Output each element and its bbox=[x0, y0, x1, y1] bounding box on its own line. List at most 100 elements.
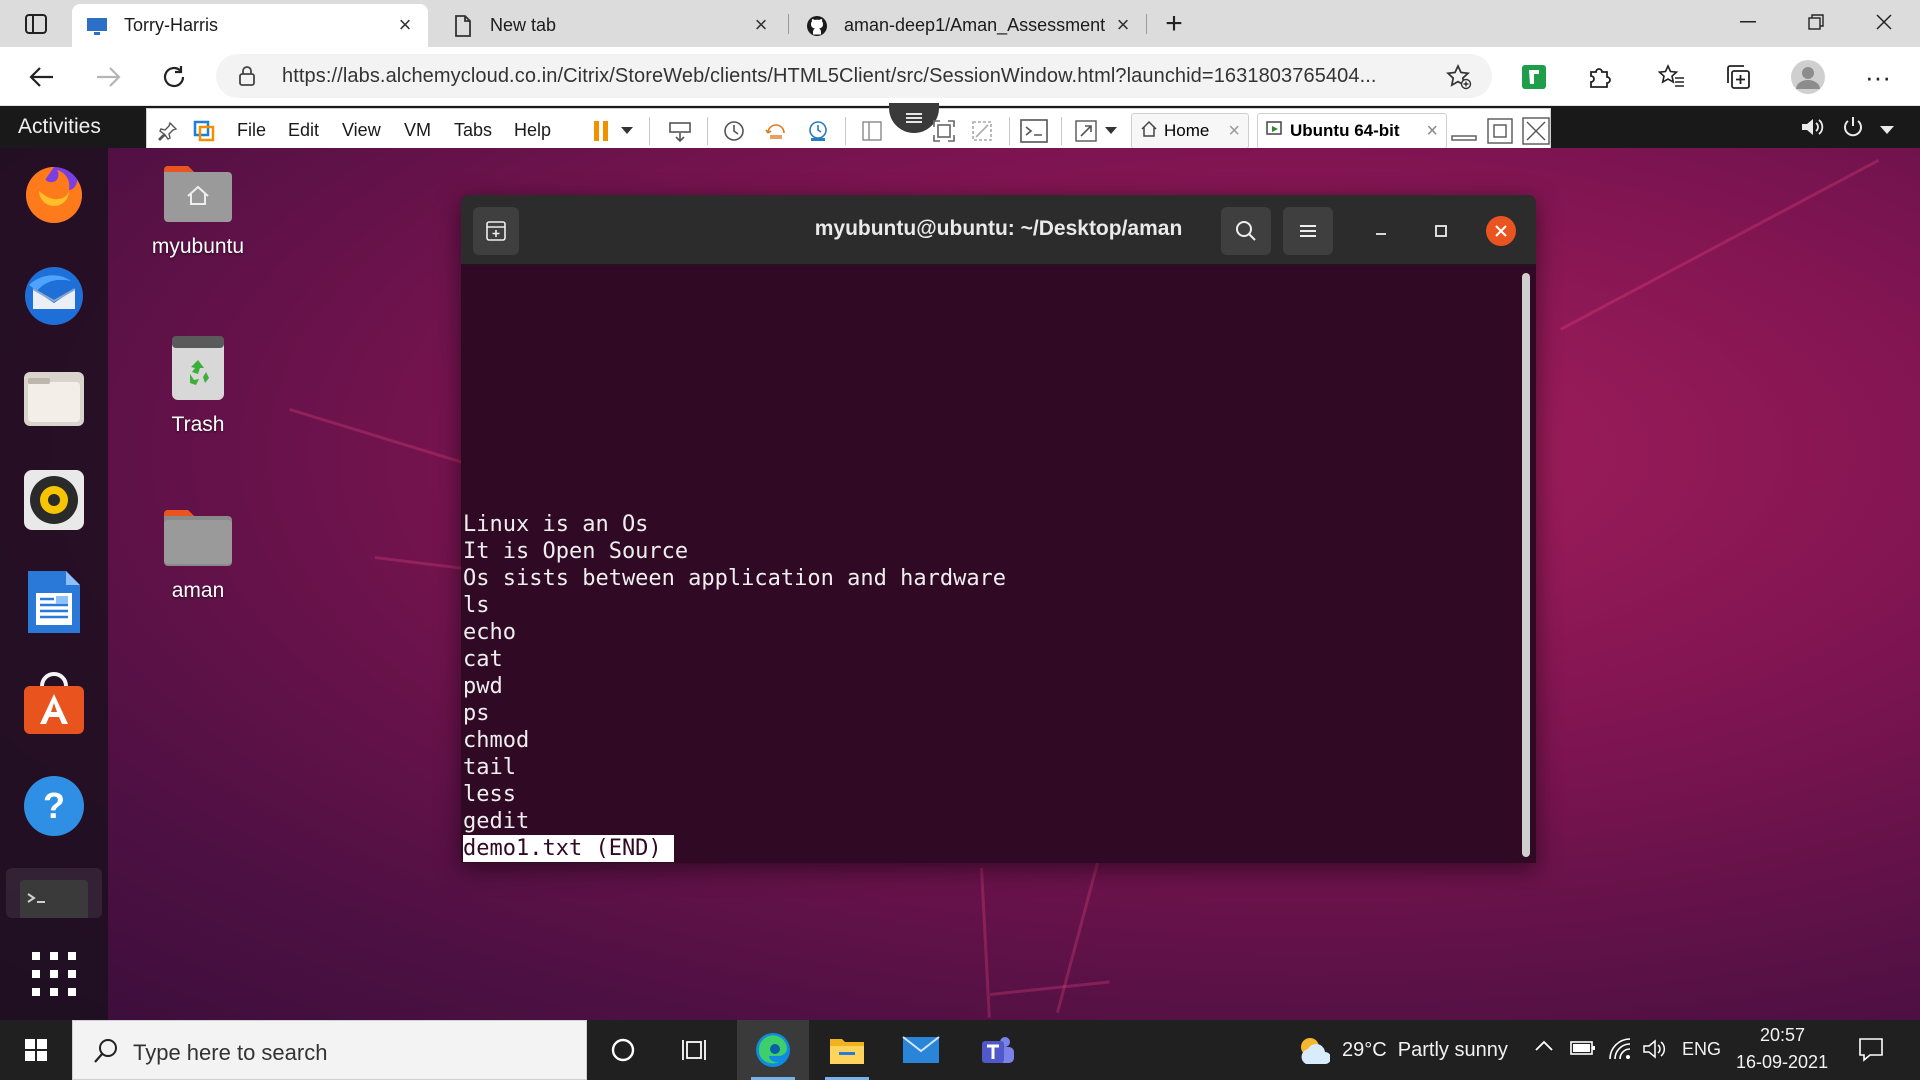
help-icon[interactable]: ? bbox=[18, 770, 90, 842]
menu-help[interactable]: Help bbox=[514, 120, 551, 141]
close-tab-icon[interactable]: × bbox=[1228, 120, 1240, 143]
terminal-line: pwd bbox=[463, 674, 503, 699]
weather-text[interactable]: 29°C Partly sunny bbox=[1342, 1039, 1508, 1062]
ubuntu-dock: ? bbox=[0, 148, 108, 1020]
tab-actions-icon[interactable] bbox=[14, 0, 58, 47]
menu-tabs[interactable]: Tabs bbox=[454, 120, 492, 141]
collections-icon[interactable] bbox=[1716, 55, 1760, 99]
menu-edit[interactable]: Edit bbox=[288, 120, 319, 141]
pin-icon[interactable] bbox=[151, 114, 185, 148]
close-tab-icon[interactable]: × bbox=[750, 14, 772, 36]
weather-partly-sunny-icon[interactable] bbox=[1296, 1034, 1331, 1071]
windows-start-icon[interactable] bbox=[0, 1020, 72, 1080]
more-options-icon[interactable]: ··· bbox=[1856, 55, 1900, 99]
terminal-line: It is Open Source bbox=[463, 539, 689, 564]
send-ctrl-alt-del-icon[interactable] bbox=[663, 114, 697, 148]
terminal-icon[interactable] bbox=[6, 868, 102, 918]
lock-icon[interactable] bbox=[238, 65, 256, 92]
snapshot-manager-icon[interactable] bbox=[801, 114, 835, 148]
favorites-icon[interactable] bbox=[1650, 55, 1694, 99]
unity-mode-icon[interactable] bbox=[965, 114, 999, 148]
terminal-output[interactable]: Linux is an Os It is Open Source Os sists … bbox=[463, 267, 1523, 863]
snapshot-icon[interactable] bbox=[717, 114, 751, 148]
fullscreen-icon[interactable] bbox=[1069, 114, 1103, 148]
language-indicator[interactable]: ENG bbox=[1682, 1039, 1721, 1060]
taskbar-search-box[interactable]: Type here to search bbox=[72, 1020, 587, 1080]
minimize-icon[interactable] bbox=[1714, 0, 1782, 44]
thunderbird-icon[interactable] bbox=[18, 260, 90, 332]
rhythmbox-icon[interactable] bbox=[18, 464, 90, 536]
fit-guest-icon[interactable] bbox=[927, 114, 961, 148]
firefox-icon[interactable] bbox=[18, 158, 90, 230]
add-favorite-star-icon[interactable] bbox=[1446, 63, 1472, 95]
desktop-icon-trash[interactable]: Trash bbox=[138, 334, 258, 437]
browser-tab-strip: Torry-Harris × New tab × aman-deep1/Aman… bbox=[0, 0, 1920, 47]
tab-github[interactable]: aman-deep1/Aman_Assessment × bbox=[792, 4, 1146, 47]
volume-icon[interactable] bbox=[1800, 116, 1824, 143]
refresh-icon[interactable] bbox=[152, 55, 196, 99]
menu-file[interactable]: File bbox=[237, 120, 266, 141]
desktop-icon-aman[interactable]: aman bbox=[138, 506, 258, 603]
search-icon[interactable] bbox=[1221, 207, 1271, 255]
tab-new-tab[interactable]: New tab × bbox=[438, 4, 784, 47]
fullscreen-dropdown-icon[interactable] bbox=[1101, 114, 1121, 148]
vm-minimize-icon[interactable] bbox=[1447, 114, 1481, 148]
system-menu-arrow-icon[interactable] bbox=[1880, 122, 1894, 140]
pause-icon[interactable] bbox=[585, 114, 619, 148]
libreoffice-writer-icon[interactable] bbox=[18, 566, 90, 638]
close-window-icon[interactable] bbox=[1850, 0, 1918, 44]
taskbar-teams-icon[interactable] bbox=[961, 1020, 1033, 1080]
extension-green-icon[interactable] bbox=[1512, 55, 1556, 99]
close-tab-icon[interactable]: × bbox=[1112, 14, 1134, 36]
vm-restore-icon[interactable] bbox=[1483, 114, 1517, 148]
ubuntu-software-icon[interactable] bbox=[18, 668, 90, 740]
menu-view[interactable]: View bbox=[342, 120, 381, 141]
show-hidden-icons-chevron-icon[interactable] bbox=[1534, 1038, 1554, 1057]
profile-avatar-icon[interactable] bbox=[1786, 55, 1830, 99]
activities-button[interactable]: Activities bbox=[18, 115, 101, 139]
task-view-icon[interactable] bbox=[659, 1020, 731, 1080]
vm-tab-ubuntu[interactable]: Ubuntu 64-bit × bbox=[1257, 113, 1447, 149]
url-text: https://labs.alchemycloud.co.in/Citrix/S… bbox=[282, 65, 1377, 87]
taskbar-edge-icon[interactable] bbox=[737, 1020, 809, 1080]
minimize-icon[interactable] bbox=[1365, 215, 1397, 247]
maximize-icon[interactable] bbox=[1425, 215, 1457, 247]
pause-dropdown-icon[interactable] bbox=[617, 114, 637, 148]
menu-vm[interactable]: VM bbox=[404, 120, 431, 141]
back-arrow-icon[interactable] bbox=[20, 55, 64, 99]
console-view-icon[interactable] bbox=[1017, 114, 1051, 148]
extensions-puzzle-icon[interactable] bbox=[1578, 55, 1622, 99]
speaker-volume-icon[interactable] bbox=[1642, 1038, 1666, 1065]
files-icon[interactable] bbox=[18, 362, 90, 434]
clock-time[interactable]: 20:57 bbox=[1760, 1025, 1805, 1046]
restore-icon[interactable] bbox=[1782, 0, 1850, 44]
taskbar-mail-icon[interactable] bbox=[885, 1020, 957, 1080]
terminal-scrollbar[interactable] bbox=[1522, 273, 1530, 857]
clock-date[interactable]: 16-09-2021 bbox=[1736, 1052, 1828, 1073]
address-bar[interactable]: https://labs.alchemycloud.co.in/Citrix/S… bbox=[216, 54, 1492, 98]
taskbar-file-explorer-icon[interactable] bbox=[811, 1020, 883, 1080]
power-icon[interactable] bbox=[1842, 116, 1864, 143]
close-icon[interactable] bbox=[1486, 216, 1516, 246]
show-library-icon[interactable] bbox=[855, 114, 889, 148]
desktop-icon-myubuntu[interactable]: myubuntu bbox=[138, 162, 258, 259]
battery-icon[interactable] bbox=[1570, 1040, 1596, 1061]
vm-close-icon[interactable] bbox=[1519, 114, 1553, 148]
search-placeholder: Type here to search bbox=[133, 1040, 328, 1065]
notification-center-icon[interactable] bbox=[1858, 1036, 1884, 1067]
vm-icon bbox=[1266, 120, 1284, 143]
new-tab-plus-icon[interactable]: + bbox=[1152, 0, 1196, 47]
vm-tab-home[interactable]: Home × bbox=[1131, 113, 1249, 149]
show-applications-grid-icon[interactable] bbox=[18, 938, 90, 1010]
ubuntu-desktop: ? myubuntu Trash aman myubuntu@ubuntu: ~… bbox=[0, 148, 1920, 1020]
cortana-icon[interactable] bbox=[587, 1020, 659, 1080]
hamburger-menu-icon[interactable] bbox=[1283, 207, 1333, 255]
tab-torry-harris[interactable]: Torry-Harris × bbox=[72, 4, 428, 47]
toolbar-divider bbox=[1061, 117, 1062, 145]
close-tab-icon[interactable]: × bbox=[394, 14, 416, 36]
forward-arrow-icon[interactable] bbox=[86, 55, 130, 99]
revert-snapshot-icon[interactable] bbox=[759, 114, 793, 148]
close-tab-icon[interactable]: × bbox=[1426, 120, 1438, 143]
network-wifi-icon[interactable] bbox=[1608, 1038, 1632, 1065]
browser-navbar: https://labs.alchemycloud.co.in/Citrix/S… bbox=[0, 47, 1920, 106]
